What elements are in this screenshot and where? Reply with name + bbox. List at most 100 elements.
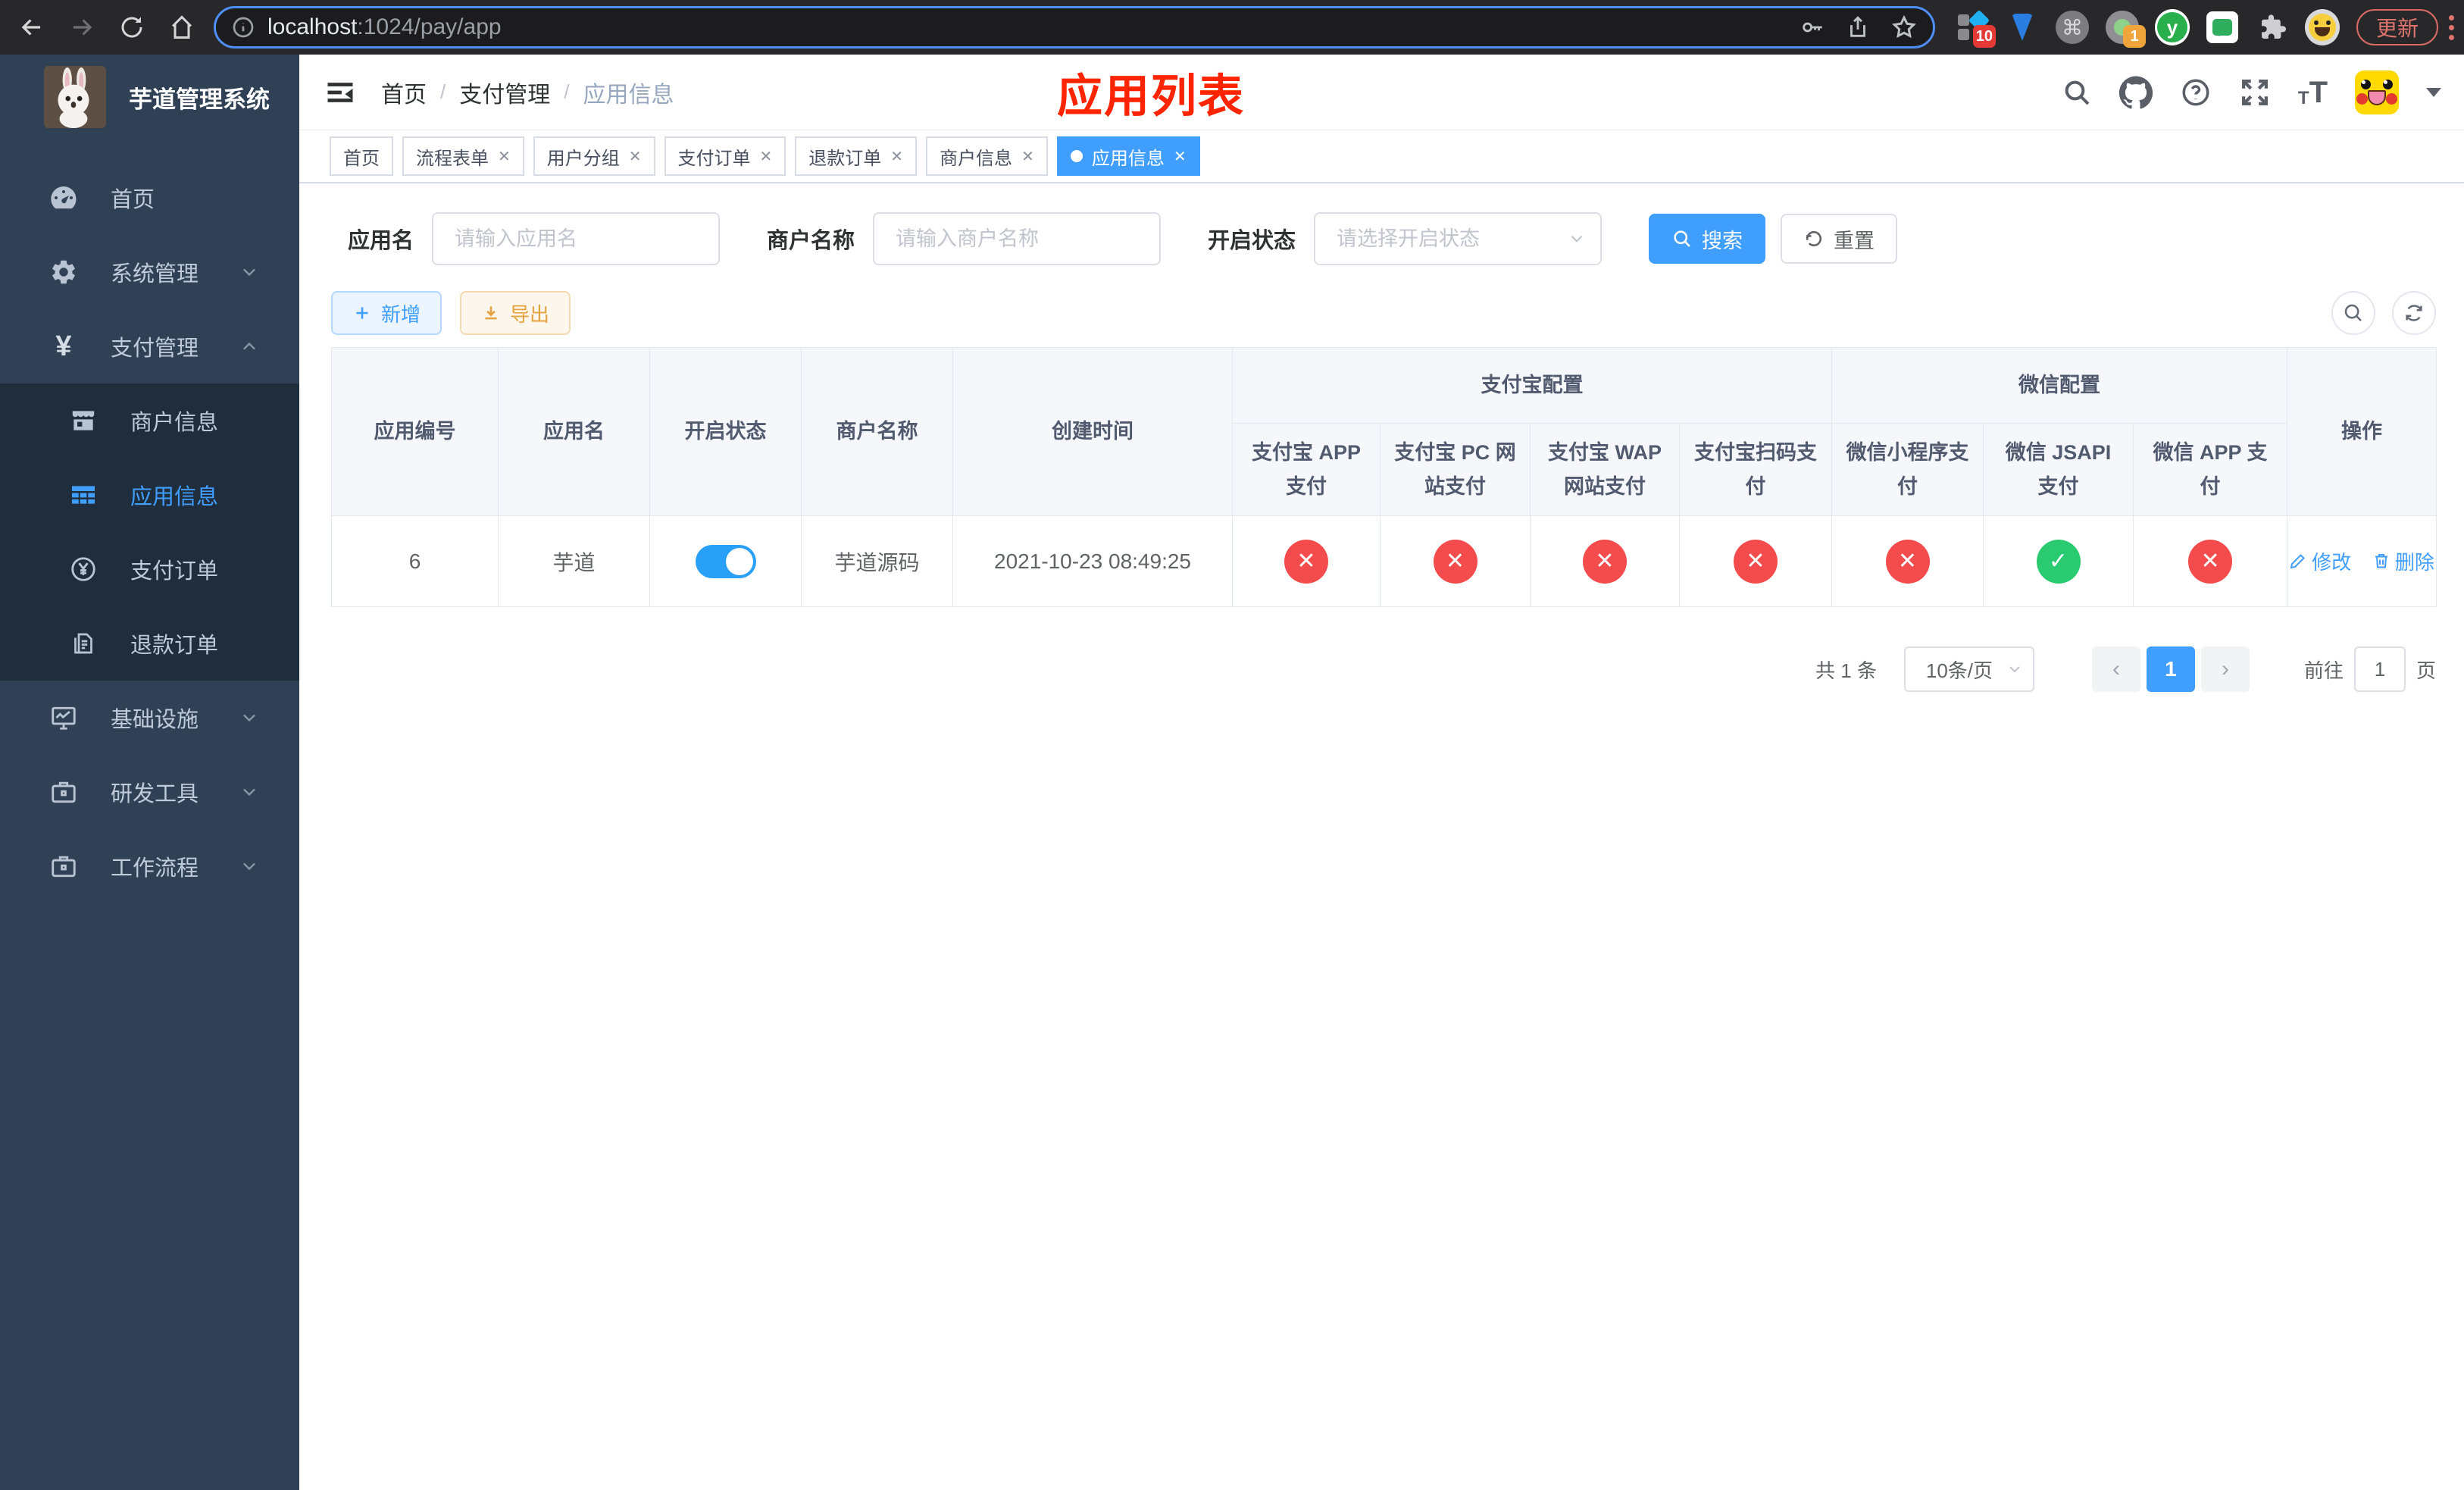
delete-link[interactable]: 删除 [2372,547,2434,575]
close-icon[interactable]: ✕ [760,147,773,166]
breadcrumb-separator: / [564,80,570,103]
add-button[interactable]: 新增 [331,291,442,335]
cell-created: 2021-10-23 08:49:25 [952,515,1233,607]
yen-circle-icon [67,555,100,584]
close-icon[interactable]: ✕ [629,147,642,166]
export-button[interactable]: 导出 [460,291,571,335]
browser-home-button[interactable] [161,6,203,49]
merchant-name-input[interactable] [873,212,1162,265]
app-table: 应用编号 应用名 开启状态 商户名称 创建时间 支付宝配置 微信配置 操作 支付… [331,347,2437,607]
browser-update-button[interactable]: 更新 [2356,9,2439,45]
tab-home[interactable]: 首页 [330,136,393,176]
tab-user-group[interactable]: 用户分组 ✕ [533,136,655,176]
table-row: 6 芋道 芋道源码 2021-10-23 08:49:25 ✕ ✕ ✕ ✕ ✕ … [331,515,2437,607]
refresh-table-button[interactable] [2392,291,2436,335]
site-info-icon[interactable] [231,15,255,39]
extension-command-icon[interactable]: ⌘ [2055,10,2090,45]
address-bar[interactable]: localhost:1024/pay/app [214,6,1935,49]
password-key-icon[interactable] [1800,14,1825,40]
sidebar-item-system[interactable]: 系统管理 [0,235,299,309]
col-app-id: 应用编号 [331,347,499,516]
edit-link[interactable]: 修改 [2289,547,2351,575]
browser-back-button[interactable] [11,6,53,49]
active-dot-icon [1070,150,1083,162]
browser-forward-button[interactable] [61,6,103,49]
gear-icon [47,258,80,286]
col-wx-jsapi: 微信 JSAPI 支付 [1983,423,2134,516]
close-icon[interactable]: ✕ [498,147,511,166]
breadcrumb-current: 应用信息 [583,82,674,108]
sidebar-fold-icon[interactable] [324,76,357,109]
close-icon[interactable]: ✕ [1021,147,1034,166]
chevron-down-icon [239,707,260,728]
sidebar-item-merchant-info[interactable]: 商户信息 [0,383,299,458]
sidebar-item-workflow[interactable]: 工作流程 [0,829,299,903]
help-icon[interactable] [2180,77,2212,108]
dashboard-icon [47,183,80,213]
header-search-icon[interactable] [2062,77,2092,108]
chevron-down-icon [239,856,260,877]
reset-button[interactable]: 重置 [1781,214,1898,264]
profile-emoji-icon[interactable] [2305,9,2340,45]
col-merchant: 商户名称 [801,347,953,516]
sidebar-item-pay-order[interactable]: 支付订单 [0,532,299,606]
sidebar-item-app-info[interactable]: 应用信息 [0,458,299,532]
status-label: 开启状态 [1208,229,1296,253]
prev-page-button[interactable]: ‹ [2091,646,2140,692]
sidebar-item-pay[interactable]: ¥ 支付管理 [0,309,299,383]
tab-merchant-info[interactable]: 商户信息 ✕ [926,136,1048,176]
browser-menu-icon[interactable] [2449,14,2455,40]
github-icon[interactable] [2118,76,2153,109]
sidebar-item-label: 应用信息 [130,485,219,509]
extension-chat-icon[interactable] [2205,10,2240,45]
extensions-puzzle-icon[interactable] [2255,10,2290,45]
close-icon[interactable]: ✕ [890,147,903,166]
user-avatar[interactable] [2355,70,2399,114]
extension-recorder-icon[interactable]: 1 [2105,10,2146,48]
sidebar-item-home[interactable]: 首页 [0,161,299,235]
cell-app-name: 芋道 [498,515,650,607]
tab-refund-order[interactable]: 退款订单 ✕ [795,136,918,176]
avatar-caret-icon[interactable] [2426,87,2441,97]
pagination: 共 1 条 10条/页 ‹ 1 › 前往 页 [331,646,2436,692]
breadcrumb-pay: 支付管理 [459,82,551,108]
app-logo-row[interactable]: 芋道管理系统 [0,55,299,139]
extension-grid-icon[interactable]: 10 [1955,9,1996,48]
col-wx-mini: 微信小程序支付 [1831,423,1984,516]
share-icon[interactable] [1845,14,1871,40]
status-select[interactable] [1314,212,1603,265]
sidebar-item-dev-tools[interactable]: 研发工具 [0,755,299,829]
extension-badge: 1 [2123,25,2146,48]
tab-process-form[interactable]: 流程表单 ✕ [402,136,524,176]
browser-reload-button[interactable] [111,6,153,49]
sidebar-item-label: 支付订单 [130,559,219,584]
tab-pay-order[interactable]: 支付订单 ✕ [664,136,786,176]
monitor-chart-icon [47,703,80,732]
extension-kite-icon[interactable] [2005,10,2040,45]
fullscreen-icon[interactable] [2239,77,2271,108]
sidebar-item-label: 退款订单 [130,634,219,658]
bookmark-star-icon[interactable] [1890,14,1918,41]
alipay-pc-status-icon: ✕ [1433,539,1477,584]
goto-label: 前往 [2303,659,2344,682]
tab-app-info[interactable]: 应用信息 ✕ [1056,136,1200,176]
sidebar-item-infra[interactable]: 基础设施 [0,681,299,755]
show-search-toggle-button[interactable] [2331,291,2375,335]
extension-yuque-icon[interactable]: y [2155,9,2190,45]
extension-tray: 10 ⌘ 1 y [1955,9,2340,48]
next-page-button[interactable]: › [2200,646,2250,692]
sidebar-item-refund-order[interactable]: 退款订单 [0,606,299,681]
app-name-input[interactable] [432,212,721,265]
chevron-down-icon [239,781,260,803]
cell-app-id: 6 [331,515,499,607]
page-number-current[interactable]: 1 [2146,646,2195,692]
filter-form: 应用名 商户名称 开启状态 搜索 [331,212,2436,265]
search-button[interactable]: 搜索 [1649,214,1766,264]
font-size-icon[interactable]: TT [2298,77,2328,108]
close-icon[interactable]: ✕ [1174,147,1187,166]
breadcrumb-separator: / [440,80,446,103]
page-size-select[interactable]: 10条/页 [1903,646,2034,692]
goto-page-input[interactable] [2353,646,2406,692]
status-toggle[interactable] [695,544,756,578]
breadcrumb-home[interactable]: 首页 [381,76,427,109]
